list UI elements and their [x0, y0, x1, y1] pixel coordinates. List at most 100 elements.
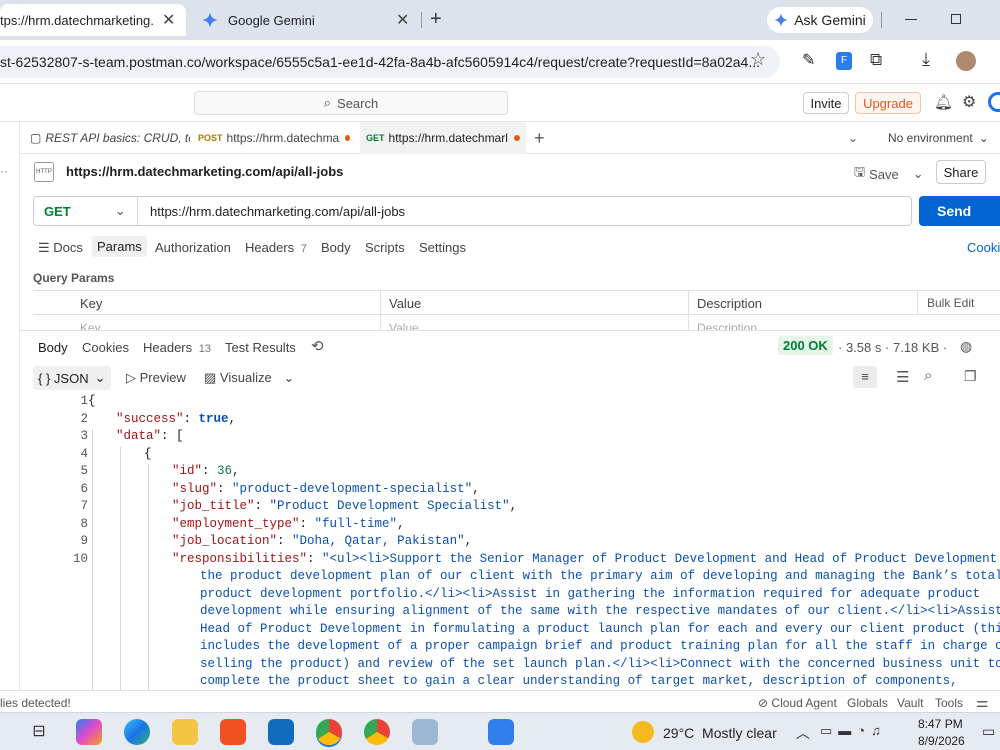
- chevron-down-icon: ⌄: [114, 203, 126, 218]
- chrome-profile-icon[interactable]: [364, 719, 390, 745]
- vault-button[interactable]: Vault: [897, 696, 923, 710]
- close-tab-icon[interactable]: ✕: [396, 10, 409, 30]
- avatar[interactable]: [988, 92, 1000, 112]
- save-button[interactable]: 🖫︎ Save ⌄: [854, 163, 924, 185]
- extensions-puzzle-icon[interactable]: ⧉: [870, 50, 882, 70]
- description-input[interactable]: Description: [697, 321, 757, 330]
- format-select[interactable]: { } JSON ⌄: [33, 366, 111, 390]
- json-colon: :: [183, 411, 199, 426]
- tab-headers-label: Headers: [245, 240, 295, 255]
- response-meta: · 3.58 s · 7.18 KB ·: [838, 340, 947, 355]
- save-icon: 🖫︎: [854, 164, 866, 179]
- copy-icon[interactable]: ❐: [964, 368, 977, 385]
- new-request-tab-button[interactable]: +: [534, 122, 545, 154]
- key-input[interactable]: Key: [80, 321, 101, 330]
- eyedropper-icon[interactable]: ✎: [802, 50, 815, 70]
- browser-tab-postman[interactable]: tps://hrm.datechmarketing.co ✕: [0, 4, 186, 36]
- request-tab-docs[interactable]: ▢ REST API basics: CRUD, te: [30, 122, 190, 154]
- preview-button[interactable]: ▷ Preview: [126, 370, 186, 386]
- history-icon[interactable]: ⟲: [311, 337, 324, 355]
- profile-avatar[interactable]: [956, 51, 976, 71]
- tab-body[interactable]: Body: [321, 240, 351, 255]
- request-tab-get[interactable]: GET https://hrm.datechmarl: [360, 122, 526, 154]
- visualize-button[interactable]: ▨ Visualize ⌄: [204, 370, 294, 386]
- settings-sliders-icon[interactable]: ⚌: [976, 694, 989, 711]
- url-input[interactable]: https://hrm.datechmarketing.com/api/all-…: [150, 204, 405, 219]
- maximize-icon[interactable]: [951, 14, 961, 24]
- wrap-lines-icon[interactable]: ≡: [853, 366, 877, 388]
- globals-button[interactable]: Globals: [847, 696, 888, 710]
- code-wrapped-line: development while ensuring alignment of …: [200, 604, 1000, 618]
- extension-f-icon[interactable]: F: [836, 52, 852, 70]
- store-icon[interactable]: [220, 719, 246, 745]
- weather-icon: [632, 721, 654, 743]
- browser-tab-gemini[interactable]: Google Gemini ✕: [194, 4, 420, 36]
- code-content: "id": 36,: [172, 464, 240, 478]
- tray-icons[interactable]: ▭▬◔♫: [820, 723, 887, 739]
- json-value: true: [198, 411, 229, 426]
- json-key: "job_location": [172, 534, 278, 548]
- request-title[interactable]: https://hrm.datechmarketing.com/api/all-…: [66, 164, 343, 179]
- more-icon[interactable]: ··: [0, 164, 8, 178]
- clock-time[interactable]: 8:47 PM: [918, 717, 963, 731]
- outlook-icon[interactable]: [268, 719, 294, 745]
- star-icon[interactable]: ☆: [750, 49, 766, 70]
- clock-date[interactable]: 8/9/2026: [918, 734, 965, 748]
- code-content: "responsibilities": "<ul><li>Support the…: [172, 552, 1000, 566]
- tab-authorization[interactable]: Authorization: [155, 240, 231, 255]
- search-icon[interactable]: ⌕: [924, 367, 932, 384]
- resp-tab-test-results[interactable]: Test Results: [225, 340, 296, 355]
- json-colon: :: [202, 464, 218, 478]
- search-input[interactable]: ⌕ Search: [194, 91, 508, 115]
- col-value: Value: [389, 296, 422, 311]
- minimize-icon[interactable]: [905, 19, 917, 20]
- tray-chevron-icon[interactable]: ︿: [796, 723, 810, 743]
- bell-icon[interactable]: 🔔︎: [934, 93, 953, 111]
- notification-icon[interactable]: ▭: [982, 723, 995, 740]
- json-value: [: [176, 429, 184, 443]
- tab-scripts[interactable]: Scripts: [365, 240, 405, 255]
- file-explorer-icon[interactable]: [172, 719, 198, 745]
- edge-icon[interactable]: [124, 719, 150, 745]
- copilot-icon[interactable]: [76, 719, 102, 745]
- tab-headers[interactable]: Headers 7: [245, 240, 307, 255]
- method-select[interactable]: GET ⌄: [34, 197, 138, 225]
- request-tab-post[interactable]: POST https://hrm.datechma: [198, 122, 350, 154]
- download-icon[interactable]: ⤓: [922, 49, 930, 70]
- tab-docs[interactable]: ☰ Docs: [38, 240, 83, 256]
- photos-icon[interactable]: [488, 719, 514, 745]
- tab-settings[interactable]: Settings: [419, 240, 466, 255]
- share-button[interactable]: Share: [936, 160, 986, 184]
- tools-button[interactable]: Tools: [935, 696, 963, 710]
- globe-icon[interactable]: ◍: [960, 338, 972, 355]
- tab-params[interactable]: Params: [92, 236, 147, 257]
- json-key: "slug": [172, 481, 218, 496]
- line-number: 2: [80, 411, 88, 426]
- close-tab-icon[interactable]: ✕: [162, 10, 175, 30]
- environment-select[interactable]: No environment ⌄: [888, 122, 989, 154]
- new-tab-button[interactable]: +: [430, 8, 442, 31]
- resp-tab-cookies[interactable]: Cookies: [82, 340, 129, 355]
- task-view-icon[interactable]: ⊟: [26, 719, 52, 745]
- cloud-agent-button[interactable]: ⊘ Cloud Agent: [758, 696, 837, 710]
- resp-tab-body[interactable]: Body: [38, 340, 68, 355]
- resp-tab-headers[interactable]: Headers 13: [143, 340, 211, 355]
- code-brace: {: [144, 446, 152, 461]
- upgrade-button[interactable]: Upgrade: [855, 92, 921, 114]
- bulk-edit-button[interactable]: Bulk Edit: [927, 296, 974, 310]
- filter-icon[interactable]: ☰: [896, 368, 909, 386]
- col-key: Key: [80, 296, 103, 311]
- weather-text[interactable]: 29°C Mostly clear: [663, 725, 777, 741]
- value-input[interactable]: Value: [389, 321, 419, 330]
- request-nav: ☰ Docs: [38, 240, 97, 256]
- invite-button[interactable]: Invite: [803, 92, 849, 114]
- app-icon[interactable]: [412, 719, 438, 745]
- address-bar[interactable]: st-62532807-s-team.postman.co/workspace/…: [0, 46, 780, 78]
- chevron-down-icon[interactable]: ⌄: [848, 122, 858, 154]
- send-button[interactable]: Send: [919, 196, 1000, 226]
- code-line: 8 "employment_type": "full-time",: [20, 517, 1000, 535]
- chrome-icon[interactable]: [316, 719, 342, 745]
- ask-gemini-button[interactable]: Ask Gemini: [767, 7, 873, 33]
- cookies-link[interactable]: Cooki: [967, 240, 1000, 255]
- gear-icon[interactable]: ⚙: [962, 92, 976, 112]
